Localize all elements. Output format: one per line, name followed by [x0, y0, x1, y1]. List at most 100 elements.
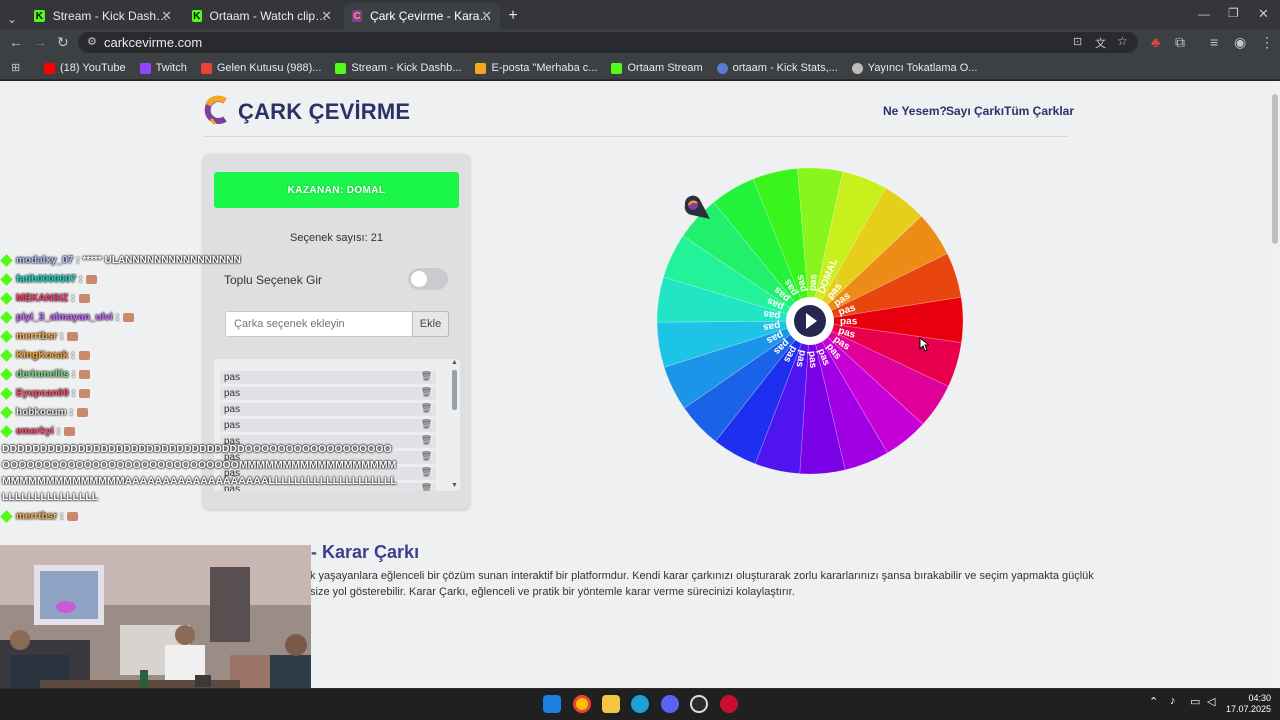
- toggle-knob: [411, 271, 427, 287]
- twitch-icon: [139, 62, 151, 74]
- nav-ne-yesem[interactable]: Ne Yesem?: [883, 104, 947, 118]
- trash-icon[interactable]: 🗑: [421, 419, 432, 430]
- window-close-button[interactable]: ✕: [1258, 6, 1269, 22]
- bookmark-twitch[interactable]: Twitch: [139, 62, 187, 74]
- close-icon[interactable]: ✕: [161, 8, 172, 24]
- tab-cark-cevirme[interactable]: C Çark Çevirme - Karar Çarkı ✕: [344, 3, 500, 29]
- bookmark-yayinci[interactable]: Yayıncı Tokatlama O...: [851, 62, 977, 74]
- chat-username: merrtbsr: [16, 511, 58, 522]
- restore-button[interactable]: ❐: [1228, 6, 1239, 20]
- kick-stats-icon: [716, 62, 728, 74]
- page-scrollbar-thumb[interactable]: [1272, 94, 1278, 244]
- chat-message: KingKocak:: [0, 349, 90, 362]
- new-tab-button[interactable]: +: [502, 3, 524, 29]
- kick-badge-icon: [0, 349, 13, 362]
- install-app-icon[interactable]: ⊡: [1073, 35, 1082, 48]
- scroll-down-icon[interactable]: ▼: [451, 482, 458, 489]
- site-logo-icon[interactable]: [203, 95, 231, 125]
- discord-icon[interactable]: [661, 695, 679, 713]
- chat-text: :: [69, 407, 73, 418]
- close-icon[interactable]: ✕: [481, 8, 492, 24]
- kick-badge-icon: [0, 330, 13, 343]
- profile-avatar-icon[interactable]: ◉: [1234, 34, 1246, 51]
- bookmark-kick-stats[interactable]: ortaam - Kick Stats,...: [716, 62, 838, 74]
- chat-text: :: [71, 388, 76, 399]
- chat-username: hobkocum: [16, 407, 67, 418]
- url-text: carkcevirme.com: [104, 35, 203, 50]
- chat-username: derinmeliis: [16, 369, 69, 380]
- bookmark-kick-dashboard[interactable]: Stream - Kick Dashb...: [335, 62, 461, 74]
- system-clock[interactable]: 04:30 17.07.2025: [1226, 693, 1271, 715]
- tab-ortaam-clips[interactable]: K Ortaam - Watch clips on Kick ✕: [184, 3, 340, 29]
- kick-badge-icon: [0, 510, 13, 523]
- scroll-up-icon[interactable]: ▲: [451, 359, 458, 366]
- bookmark-youtube[interactable]: (18) YouTube: [44, 62, 126, 74]
- translate-icon[interactable]: 文: [1095, 35, 1106, 51]
- list-item: pas 🗑: [220, 387, 436, 400]
- list-scrollbar-thumb[interactable]: [452, 370, 457, 410]
- kick-badge-icon: [0, 368, 13, 381]
- site-brand[interactable]: ÇARK ÇEVİRME: [238, 99, 410, 125]
- close-icon: ✕: [1258, 6, 1269, 21]
- minimize-button[interactable]: —: [1198, 7, 1210, 21]
- extensions-icon[interactable]: ⧉: [1175, 34, 1185, 51]
- volume-icon[interactable]: ◁: [1207, 695, 1215, 708]
- chat-text: :: [71, 293, 75, 304]
- trash-icon[interactable]: 🗑: [421, 467, 432, 478]
- nav-sayi-carki[interactable]: Sayı Çarkı: [946, 104, 1004, 118]
- chat-text: :: [56, 426, 61, 437]
- microphone-icon[interactable]: ♪: [1170, 695, 1176, 707]
- kick-badge-icon: [0, 311, 13, 324]
- extension-maple-icon[interactable]: ♣: [1151, 34, 1160, 50]
- chat-text: :: [115, 312, 120, 323]
- kick-badge-icon: [0, 254, 13, 267]
- bulk-entry-toggle[interactable]: [408, 268, 448, 290]
- list-item: pas 🗑: [220, 419, 436, 432]
- chat-username: modalxy_07: [16, 255, 74, 266]
- menu-kebab-icon[interactable]: ⋮: [1260, 34, 1274, 51]
- file-explorer-icon[interactable]: [602, 695, 620, 713]
- edge-icon[interactable]: [631, 695, 649, 713]
- chrome-icon[interactable]: [573, 695, 591, 713]
- tab-kick-dashboard[interactable]: K Stream - Kick Dashboard ✕: [26, 3, 180, 29]
- nav-tum-carklar[interactable]: Tüm Çarklar: [1004, 104, 1074, 118]
- chat-text: : ***** ULANNNNNNNNNNNNNNNN: [76, 255, 241, 266]
- trash-icon[interactable]: 🗑: [421, 451, 432, 462]
- kick-icon: K: [192, 10, 202, 22]
- trash-icon[interactable]: 🗑: [421, 387, 432, 398]
- emote-icon: [79, 389, 91, 398]
- kick-icon: [611, 62, 623, 74]
- site-info-icon[interactable]: ⚙: [87, 35, 97, 48]
- emote-icon: [79, 370, 91, 379]
- add-option-input[interactable]: [225, 311, 413, 337]
- chat-message: fatih0000007:: [0, 273, 98, 286]
- chat-text: :: [71, 350, 75, 361]
- bookmark-gmail[interactable]: Gelen Kutusu (988)...: [200, 62, 321, 74]
- add-option-button[interactable]: Ekle: [412, 311, 449, 337]
- address-bar[interactable]: ⚙ carkcevirme.com ⊡ 文 ☆: [78, 32, 1138, 53]
- obs-icon[interactable]: [690, 695, 708, 713]
- emote-icon: [78, 294, 90, 303]
- trash-icon[interactable]: 🗑: [421, 371, 432, 382]
- apps-grid-icon[interactable]: ⊞: [11, 61, 20, 74]
- trash-icon[interactable]: 🗑: [421, 403, 432, 414]
- windows-start-icon[interactable]: [543, 695, 561, 713]
- chat-spam-message: DDDDDDDDDDDDDDDDDDDDDDDDDDDDDDDDOOOOOOOO…: [2, 443, 397, 503]
- trash-icon[interactable]: 🗑: [421, 483, 432, 491]
- chat-username: emerkyi: [16, 426, 54, 437]
- chat-username: merrtbsr: [16, 331, 58, 342]
- close-icon[interactable]: ✕: [321, 8, 332, 24]
- app-icon[interactable]: [720, 695, 738, 713]
- gmail-icon: [200, 62, 212, 74]
- bookmark-ortaam-stream[interactable]: Ortaam Stream: [611, 62, 703, 74]
- media-controls-icon[interactable]: ≡: [1210, 34, 1218, 50]
- tab-strip: ⌄ K Stream - Kick Dashboard ✕ K Ortaam -…: [0, 0, 1280, 29]
- bookmark-email[interactable]: E-posta "Merhaba c...: [475, 62, 597, 74]
- network-icon[interactable]: ▭: [1190, 695, 1200, 708]
- trash-icon[interactable]: 🗑: [421, 435, 432, 446]
- reload-button[interactable]: ↻: [57, 34, 69, 51]
- bookmark-star-icon[interactable]: ☆: [1117, 34, 1128, 48]
- chevron-up-icon[interactable]: ⌃: [1149, 695, 1158, 708]
- back-button[interactable]: ←: [9, 34, 23, 50]
- forward-button[interactable]: →: [33, 34, 47, 50]
